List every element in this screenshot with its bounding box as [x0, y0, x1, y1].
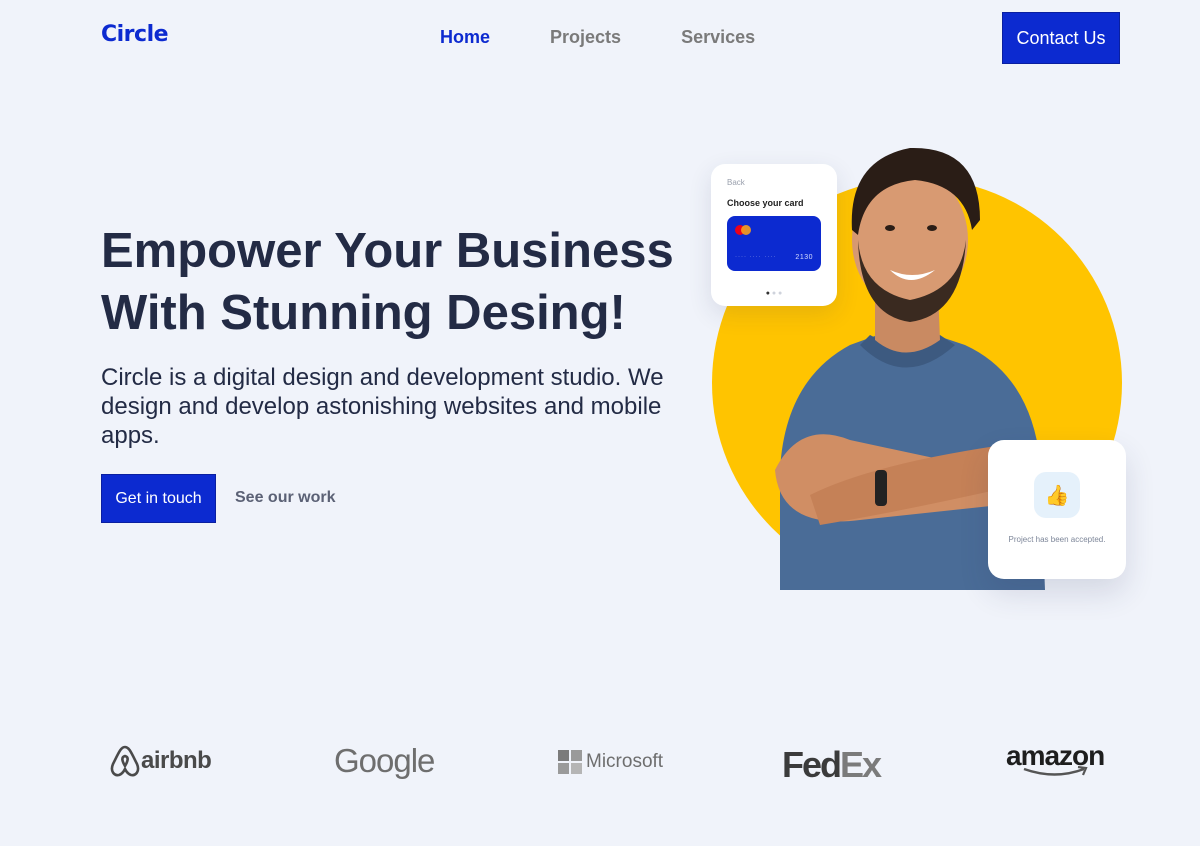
project-accepted-text: Project has been accepted.	[1008, 535, 1106, 544]
payment-card[interactable]: ···· ···· ···· 2130	[727, 216, 821, 271]
main-nav: Home Projects Services	[440, 27, 815, 48]
card-number-last-digits: 2130	[795, 254, 813, 261]
back-link[interactable]: Back	[727, 178, 745, 187]
airbnb-wordmark: airbnb	[141, 747, 212, 774]
microsoft-logo: Microsoft	[558, 750, 663, 774]
thumbs-up-icon: 👍	[1034, 472, 1080, 518]
microsoft-icon	[558, 750, 582, 774]
nav-projects[interactable]: Projects	[550, 27, 621, 48]
hero-title: Empower Your Business With Stunning Desi…	[101, 220, 701, 344]
carousel-dots: ● ● ●	[765, 290, 783, 297]
mastercard-icon	[735, 225, 751, 235]
partner-logos: airbnb Google Microsoft FedEx amazon	[0, 740, 1200, 790]
contact-us-button[interactable]: Contact Us	[1002, 12, 1120, 64]
hero-description: Circle is a digital design and developme…	[101, 364, 664, 449]
card-number-mask: ···· ···· ····	[735, 254, 777, 260]
amazon-smile-icon	[1023, 766, 1088, 776]
fedex-wordmark: FedEx	[782, 744, 882, 785]
choose-card-title: Choose your card	[727, 198, 804, 208]
hero-title-line-2: With Stunning Desing!	[101, 286, 626, 340]
airbnb-logo: airbnb	[109, 744, 212, 778]
amazon-logo: amazon	[1006, 740, 1105, 778]
airbnb-icon	[110, 745, 140, 777]
project-accepted-widget: 👍 Project has been accepted.	[988, 440, 1126, 579]
get-in-touch-button[interactable]: Get in touch	[101, 474, 216, 523]
nav-home[interactable]: Home	[440, 27, 490, 48]
nav-services[interactable]: Services	[681, 27, 755, 48]
choose-card-widget: Back Choose your card ···· ···· ···· 213…	[711, 164, 837, 306]
google-logo: Google	[334, 742, 435, 779]
hero-title-line-1: Empower Your Business	[101, 224, 674, 278]
microsoft-wordmark: Microsoft	[586, 751, 664, 772]
site-logo[interactable]: Circle	[101, 22, 169, 47]
fedex-logo: FedEx	[782, 744, 882, 786]
see-our-work-link[interactable]: See our work	[235, 489, 335, 507]
